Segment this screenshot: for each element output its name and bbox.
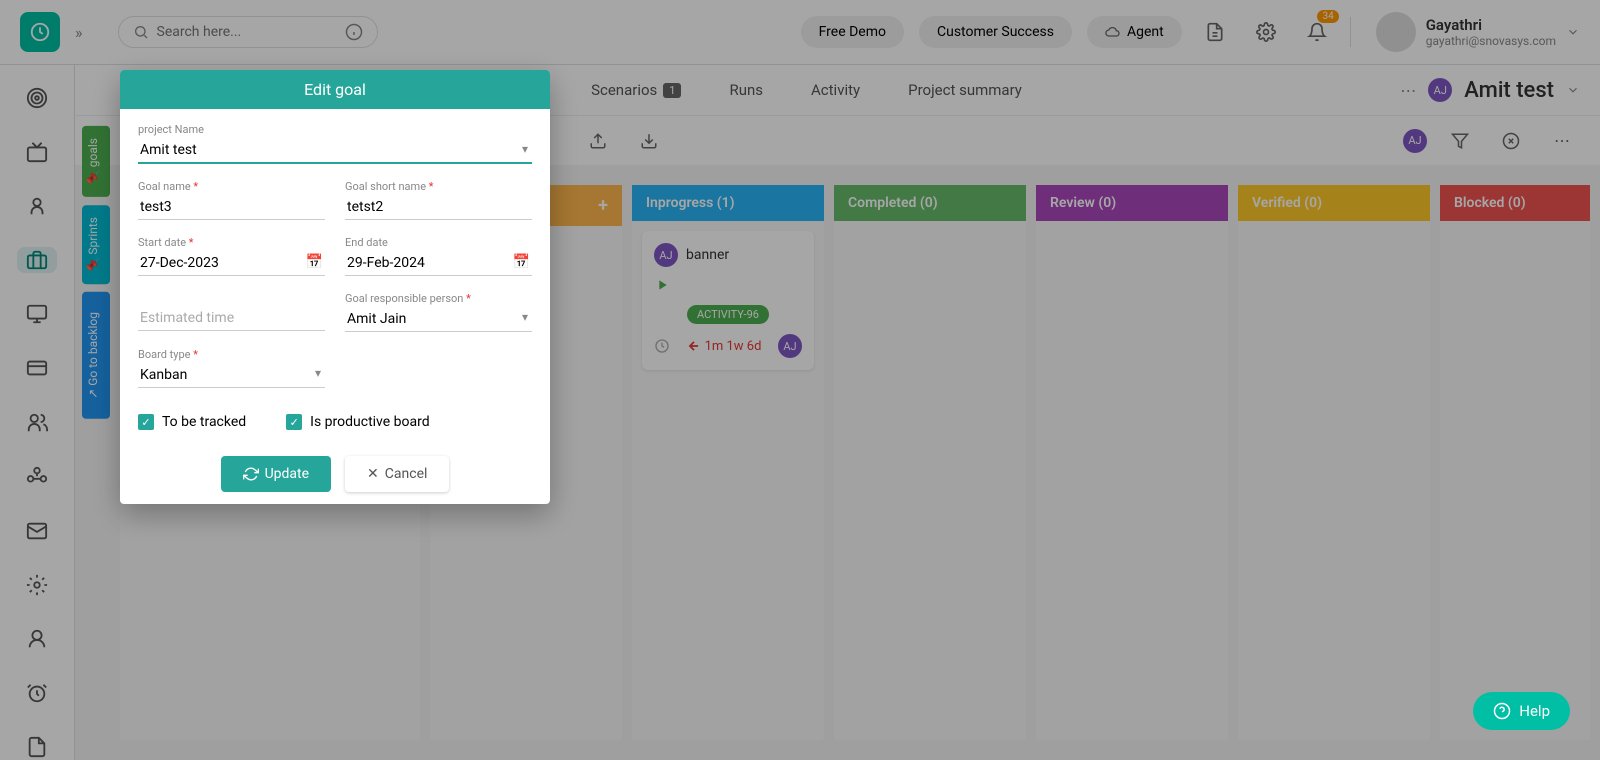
chevron-down-icon: ▾ [522,142,528,156]
modal-title: Edit goal [120,70,550,109]
chevron-down-icon: ▾ [522,310,528,324]
check-icon: ✓ [138,414,154,430]
goal-name-input[interactable] [138,195,325,220]
chevron-down-icon: ▾ [315,366,321,380]
close-icon: ✕ [367,466,379,482]
help-icon [1493,702,1511,720]
cancel-button[interactable]: ✕ Cancel [345,456,449,492]
goal-name-label: Goal name [138,180,325,193]
help-button[interactable]: Help [1473,692,1570,730]
start-date-input[interactable] [138,251,325,276]
update-button[interactable]: Update [221,456,331,492]
goal-short-name-label: Goal short name [345,180,532,193]
responsible-person-select[interactable]: Amit Jain [345,307,532,332]
board-type-label: Board type [138,348,325,361]
to-be-tracked-checkbox[interactable]: ✓ To be tracked [138,414,246,430]
check-icon: ✓ [286,414,302,430]
responsible-person-label: Goal responsible person [345,292,532,305]
end-date-label: End date [345,236,532,249]
board-type-select[interactable]: Kanban [138,363,325,388]
edit-goal-modal: Edit goal project Name Amit test ▾ Goal … [120,70,550,504]
project-name-select[interactable]: Amit test [138,138,532,164]
calendar-icon[interactable]: 📅 [513,254,530,270]
end-date-input[interactable] [345,251,532,276]
goal-short-name-input[interactable] [345,195,532,220]
is-productive-checkbox[interactable]: ✓ Is productive board [286,414,429,430]
refresh-icon [243,466,259,482]
calendar-icon[interactable]: 📅 [306,254,323,270]
project-name-label: project Name [138,123,532,136]
start-date-label: Start date [138,236,325,249]
estimated-time-input[interactable] [138,306,325,331]
